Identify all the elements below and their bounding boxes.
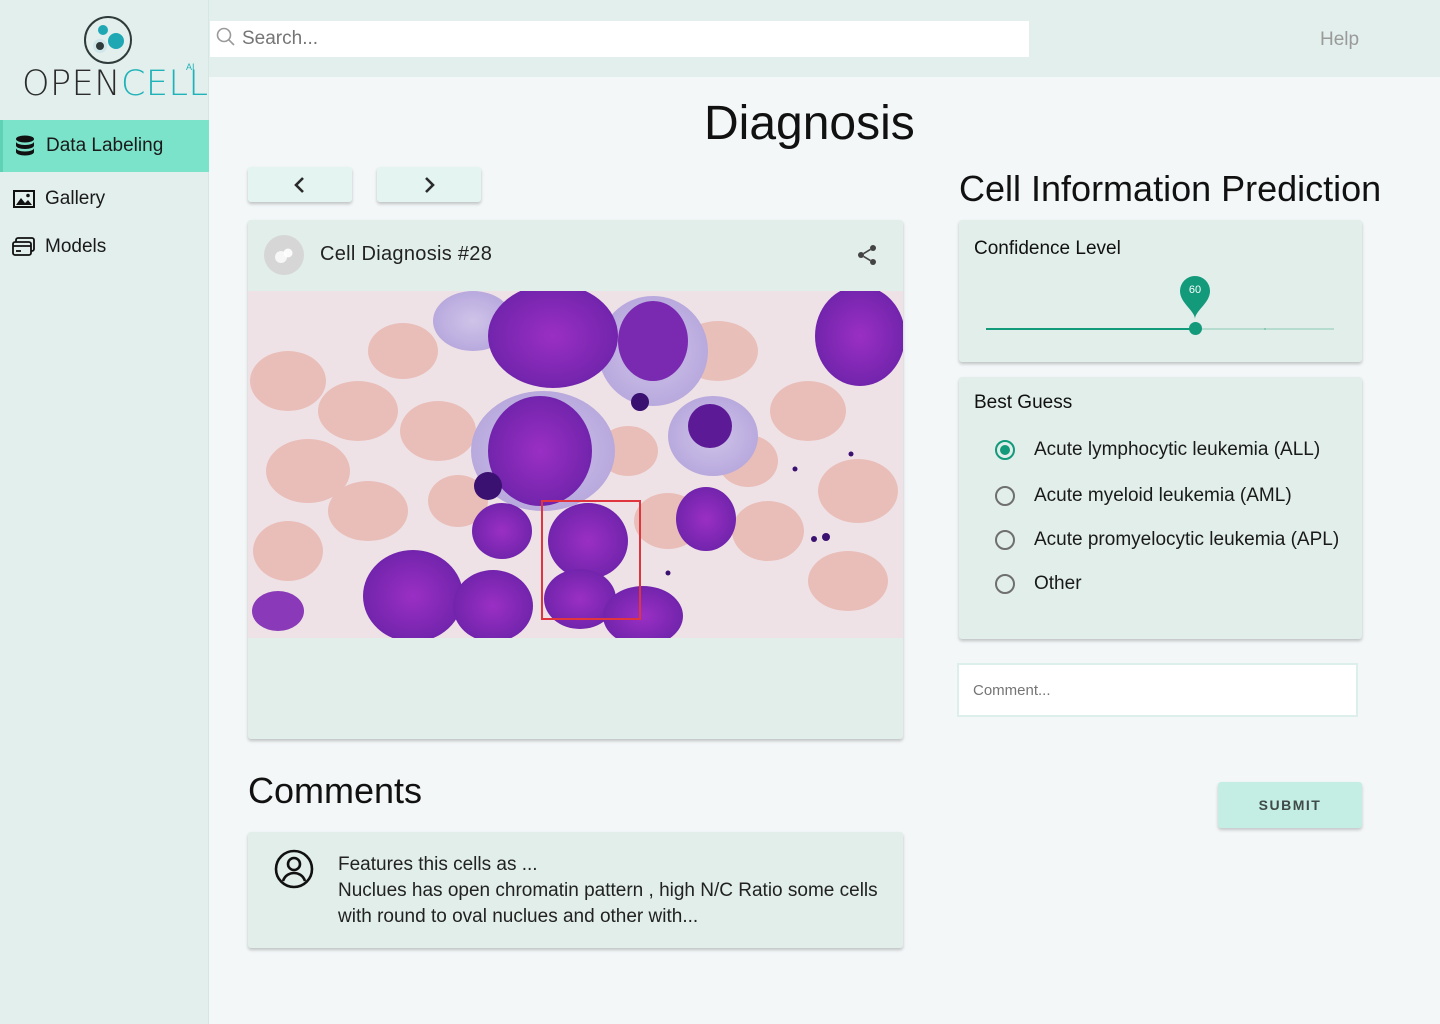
previous-button[interactable] <box>248 167 352 202</box>
comment-input[interactable] <box>957 663 1358 717</box>
cards-icon <box>12 237 36 257</box>
share-icon[interactable] <box>855 243 879 267</box>
confidence-card: Confidence Level 60 <box>959 220 1362 362</box>
diagnosis-card: Cell Diagnosis #28 <box>248 220 903 739</box>
user-avatar-icon <box>274 849 314 889</box>
submit-button[interactable]: SUBMIT <box>1218 782 1362 828</box>
slider-tick <box>1264 328 1266 330</box>
search-box[interactable] <box>210 21 1029 57</box>
sidebar-item-data-labeling[interactable]: Data Labeling <box>0 120 209 172</box>
option-label: Acute lymphocytic leukemia (ALL) <box>1034 439 1321 460</box>
sidebar-item-gallery[interactable]: Gallery <box>0 174 209 224</box>
logo-text: OPENCELL <box>22 64 209 104</box>
best-guess-card: Best Guess Acute lymphocytic leukemia (A… <box>959 377 1362 639</box>
confidence-slider[interactable]: 60 <box>986 276 1334 335</box>
radio-button[interactable] <box>995 486 1015 506</box>
radio-button[interactable] <box>995 574 1015 594</box>
comments-title: Comments <box>248 770 423 811</box>
cell-avatar-icon <box>275 248 293 263</box>
sidebar-item-label: Gallery <box>45 188 106 209</box>
database-icon <box>13 135 37 156</box>
chevron-left-icon <box>294 176 304 193</box>
search-icon <box>216 27 236 52</box>
radio-button[interactable] <box>995 440 1015 460</box>
help-link[interactable]: Help <box>1320 29 1359 51</box>
comment-line-2: Nuclues has open chromatin pattern , hig… <box>338 880 878 927</box>
radio-button[interactable] <box>995 530 1015 550</box>
sidebar-item-label: Data Labeling <box>46 135 164 156</box>
logo-mark-icon <box>84 16 132 64</box>
option-label: Acute myeloid leukemia (AML) <box>1034 485 1292 506</box>
sidebar-item-models[interactable]: Models <box>0 222 209 272</box>
best-guess-label: Best Guess <box>974 392 1073 413</box>
logo-suffix: AI <box>186 62 195 72</box>
comment-text: Features this cells as ... Nuclues has o… <box>338 852 888 930</box>
page-title: Diagnosis <box>704 97 915 150</box>
slider-fill <box>986 328 1195 330</box>
sidebar-item-label: Models <box>45 236 107 257</box>
option-all[interactable]: Acute lymphocytic leukemia (ALL) <box>995 439 1320 461</box>
option-label: Acute promyelocytic leukemia (APL) <box>1034 529 1340 550</box>
confidence-label: Confidence Level <box>974 238 1121 259</box>
option-apl[interactable]: Acute promyelocytic leukemia (APL) <box>995 529 1339 551</box>
image-icon <box>12 189 36 209</box>
slider-value: 60 <box>1188 284 1202 296</box>
cell-image[interactable] <box>248 291 903 638</box>
prediction-title: Cell Information Prediction <box>959 168 1382 209</box>
option-label: Other <box>1034 573 1082 594</box>
next-button[interactable] <box>377 167 481 202</box>
comment-card: Features this cells as ... Nuclues has o… <box>248 832 903 948</box>
slider-value-bubble: 60 <box>1179 275 1211 319</box>
search-input[interactable] <box>242 28 1002 50</box>
logo[interactable]: OPENCELL AI <box>0 14 209 110</box>
option-aml[interactable]: Acute myeloid leukemia (AML) <box>995 485 1292 507</box>
comment-line-1: Features this cells as ... <box>338 854 538 875</box>
slider-thumb[interactable] <box>1189 322 1202 335</box>
card-title: Cell Diagnosis #28 <box>320 243 493 265</box>
chevron-right-icon <box>425 176 435 193</box>
option-other[interactable]: Other <box>995 573 1082 595</box>
top-bar: Help <box>209 0 1440 77</box>
sidebar: OPENCELL AI Data Labeling Gallery Models <box>0 0 209 1024</box>
card-avatar <box>264 235 304 275</box>
